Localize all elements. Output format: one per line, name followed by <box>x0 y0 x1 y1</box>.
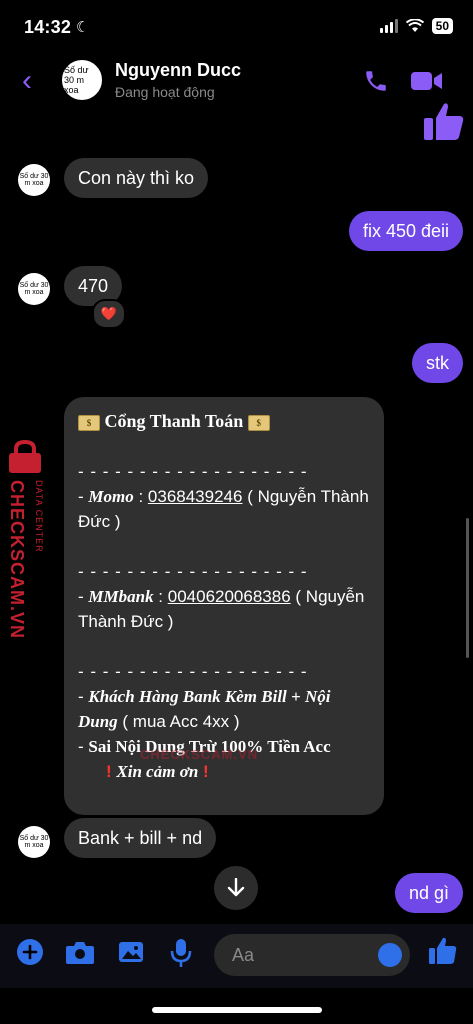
avatar-caption: Số dư 30 m xoa <box>19 282 49 296</box>
message-bubble-incoming[interactable]: Con này thì ko <box>64 158 209 198</box>
momo-line: - Momo : 0368439246 ( Nguyễn Thành Đức ) <box>78 487 369 531</box>
back-icon[interactable]: ‹ <box>22 64 32 98</box>
watermark-text: CHECKSCAM.VN <box>7 480 27 640</box>
emoji-icon[interactable] <box>378 943 402 967</box>
message-text: Bank + bill + nd <box>78 827 203 848</box>
message-text: nd gì <box>408 882 449 903</box>
avatar-caption: Số dư 30 m xoa <box>19 835 49 849</box>
status-bar: 14:32 ☾ 50 <box>0 0 473 56</box>
payment-title: $ Cổng Thanh Toán $ <box>78 409 370 434</box>
message-bubble-outgoing[interactable]: fix 450 đeii <box>348 211 463 251</box>
input-placeholder: Aa <box>232 945 255 965</box>
note-line-1: - Khách Hàng Bank Kèm Bill + Nội Dung ( … <box>78 687 331 731</box>
thumbs-up-sticker <box>424 103 464 140</box>
home-indicator[interactable] <box>152 1007 322 1013</box>
contact-name[interactable]: Nguyenn Ducc <box>115 60 241 81</box>
message-text: fix 450 đeii <box>362 220 449 241</box>
watermark-subtext: DATA CENTER <box>34 480 44 553</box>
message-input[interactable]: Aa <box>214 934 410 976</box>
divider: - - - - - - - - - - - - - - - - - - - <box>78 462 308 481</box>
microphone-icon[interactable] <box>170 938 192 968</box>
phone-call-icon[interactable] <box>363 68 389 94</box>
mmbank-label: MMbank <box>88 587 154 606</box>
scrollbar[interactable] <box>466 518 469 658</box>
camera-icon[interactable] <box>65 938 95 966</box>
thumbs-up-icon[interactable] <box>428 936 458 966</box>
watermark: CHECKSCAM.VN DATA CENTER <box>6 440 52 640</box>
status-icons: 50 <box>379 18 453 34</box>
message-text: stk <box>425 352 449 373</box>
message-text: Con này thì ko <box>78 167 195 188</box>
heart-reaction[interactable]: ❤️ <box>92 299 126 329</box>
sender-avatar[interactable]: Số dư 30 m xoa <box>18 826 50 858</box>
video-call-icon[interactable] <box>411 70 443 92</box>
message-bubble-outgoing[interactable]: nd gì <box>394 873 463 913</box>
note1-rest: ( mua Acc 4xx ) <box>122 712 240 731</box>
mmbank-number-link[interactable]: 0040620068386 <box>168 587 291 606</box>
gallery-icon[interactable] <box>117 938 145 966</box>
money-icon: $ <box>78 414 100 431</box>
message-composer: Aa <box>0 924 473 988</box>
scroll-to-bottom-button[interactable] <box>214 866 258 910</box>
chat-header: ‹ Số dư 30 m xoa Nguyenn Ducc Đang hoạt … <box>0 56 473 108</box>
watermark-center: CHECKSCAM.VN <box>140 747 259 762</box>
plus-icon[interactable] <box>16 938 44 966</box>
sender-avatar[interactable]: Số dư 30 m xoa <box>18 164 50 196</box>
exclamation-icon: ! <box>106 762 112 781</box>
thanks-text: Xin cảm ơn <box>116 762 199 781</box>
battery-indicator: 50 <box>431 18 453 34</box>
message-text: 470 <box>78 275 109 296</box>
status-time: 14:32 <box>24 17 72 37</box>
thanks-line: ! Xin cảm ơn ! <box>78 759 370 784</box>
exclamation-icon: ! <box>203 762 209 781</box>
payment-title-text: Cổng Thanh Toán <box>104 411 244 431</box>
sender-avatar[interactable]: Số dư 30 m xoa <box>18 273 50 305</box>
lock-icon <box>9 440 41 473</box>
arrow-down-icon <box>227 878 245 897</box>
divider: - - - - - - - - - - - - - - - - - - - <box>78 562 308 581</box>
momo-number-link[interactable]: 0368439246 <box>148 487 243 506</box>
message-bubble-incoming[interactable]: Bank + bill + nd <box>64 818 217 858</box>
divider: - - - - - - - - - - - - - - - - - - - <box>78 662 308 681</box>
mmbank-line: - MMbank : 0040620068386 ( Nguyễn Thành … <box>78 587 365 631</box>
wifi-icon <box>405 19 424 32</box>
money-icon: $ <box>247 414 270 431</box>
contact-avatar[interactable]: Số dư 30 m xoa <box>62 60 102 100</box>
moon-icon: ☾ <box>76 19 90 36</box>
contact-status: Đang hoạt động <box>115 84 215 100</box>
message-bubble-outgoing[interactable]: stk <box>411 343 463 383</box>
avatar-caption: Số dư 30 m xoa <box>64 65 89 95</box>
signal-icon <box>379 19 398 33</box>
momo-label: Momo <box>88 487 134 506</box>
avatar-caption: Số dư 30 m xoa <box>19 173 49 187</box>
